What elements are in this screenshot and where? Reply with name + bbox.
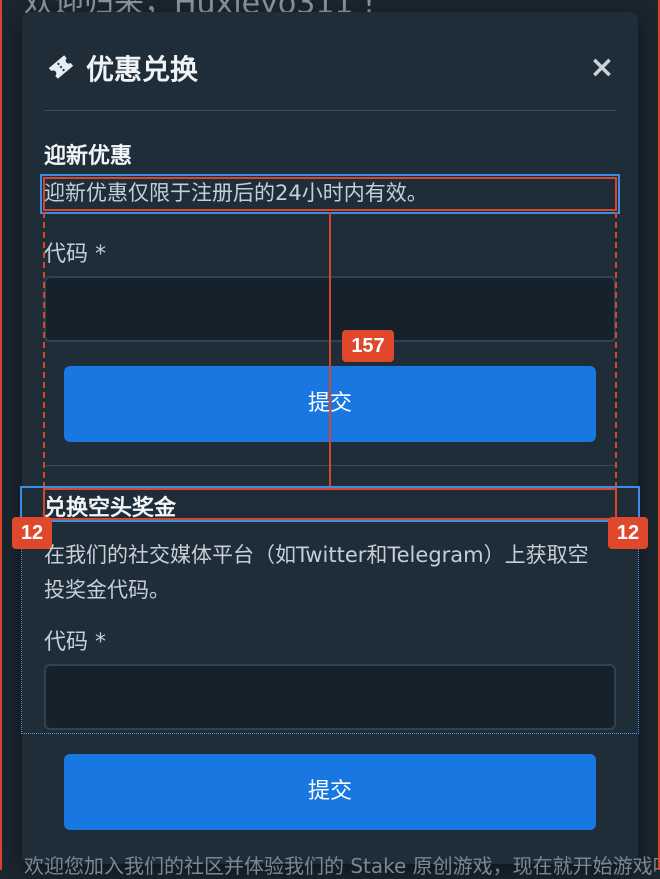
close-button[interactable]: × (582, 48, 622, 88)
section-divider (44, 465, 616, 466)
welcome-description: 迎新优惠仅限于注册后的24小时内有效。 (44, 181, 428, 205)
welcome-section-title: 迎新优惠 (44, 144, 133, 169)
drop-submit-button[interactable]: 提交 (64, 754, 596, 830)
drop-code-input[interactable] (44, 664, 616, 730)
header-divider (44, 110, 616, 111)
welcome-code-label: 代码 * (44, 242, 106, 267)
welcome-submit-button[interactable]: 提交 (64, 366, 596, 442)
drop-section-title: 兑换空头奖金 (44, 496, 177, 521)
modal-title: 优惠兑换 (86, 53, 199, 86)
welcome-code-input[interactable] (44, 276, 616, 342)
drop-description: 在我们的社交媒体平台（如Twitter和Telegram）上获取空投奖金代码。 (44, 543, 589, 602)
background-footer-text: 欢迎您加入我们的社区并体验我们的 Stake 原创游戏，现在就开始游戏吧 (24, 854, 660, 878)
ticket-icon (48, 55, 74, 79)
drop-code-label: 代码 * (44, 630, 106, 655)
promo-redeem-modal: 优惠兑换 × 迎新优惠 迎新优惠仅限于注册后的24小时内有效。 代码 * 提交 … (22, 12, 638, 864)
